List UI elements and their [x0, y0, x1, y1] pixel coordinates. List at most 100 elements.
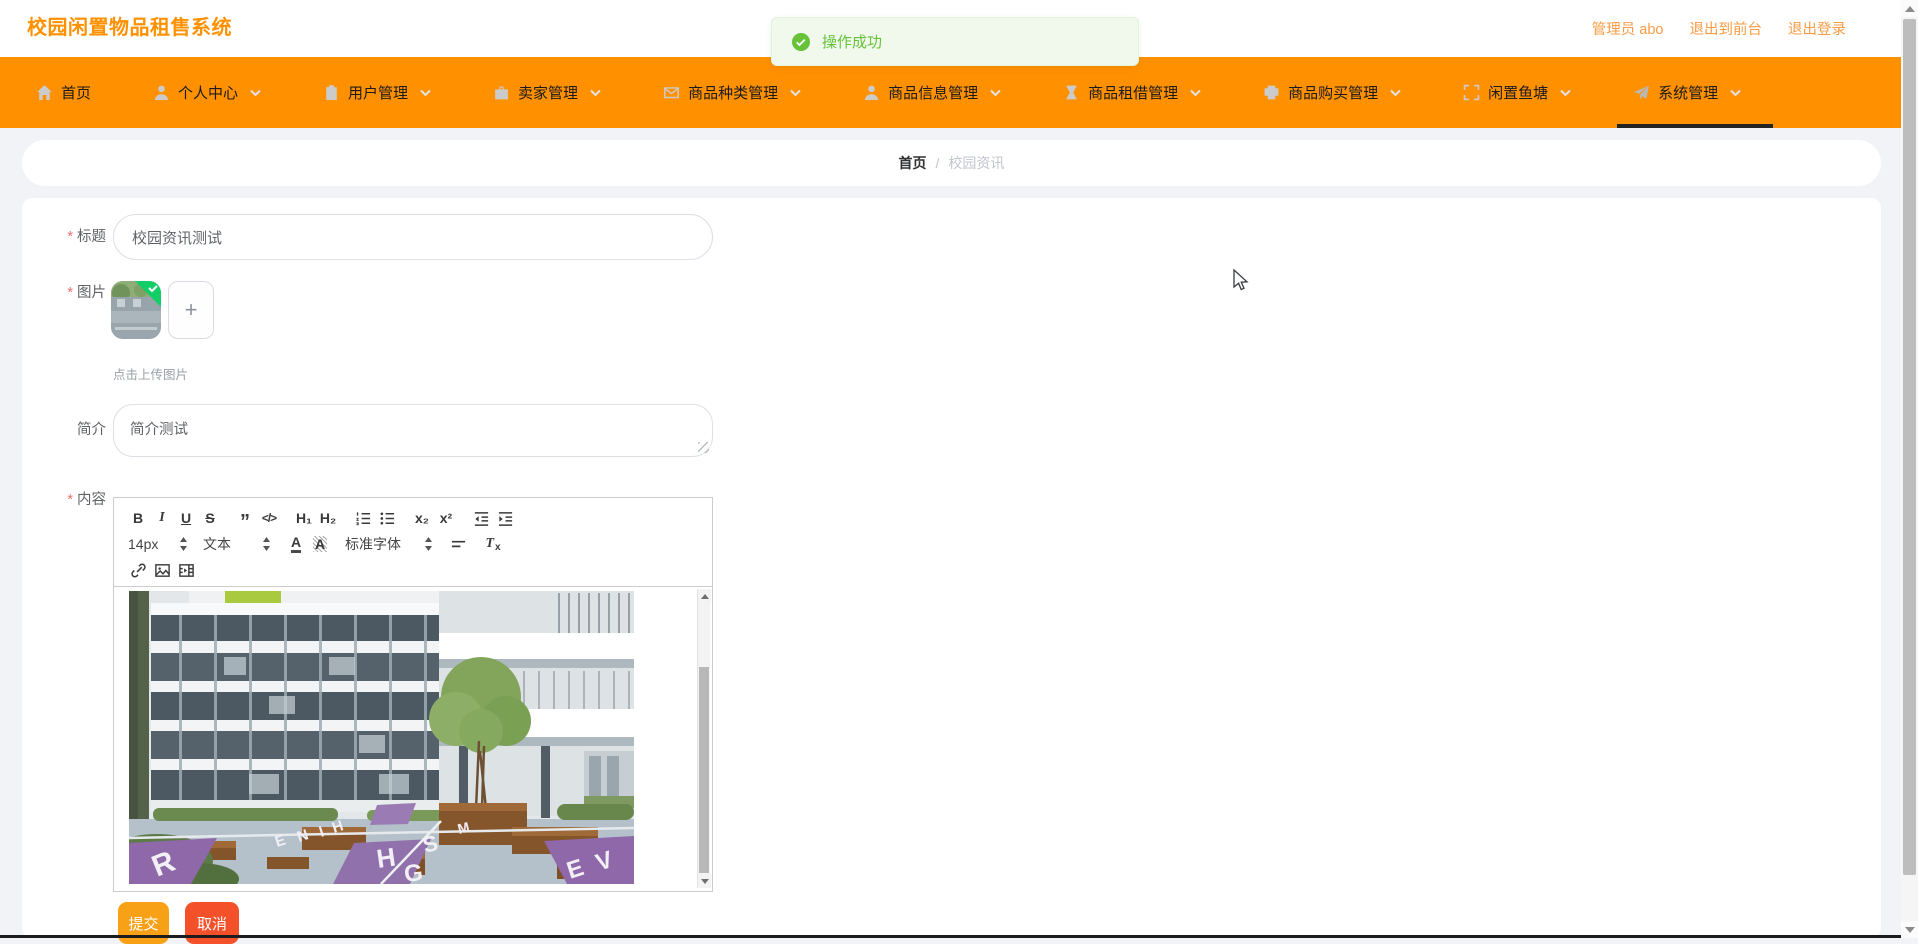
send-icon — [1634, 85, 1650, 100]
app-title: 校园闲置物品租售系统 — [27, 17, 232, 39]
indent-button[interactable] — [493, 506, 517, 530]
page-scrollbar-thumb[interactable] — [1903, 19, 1916, 875]
breadcrumb-current: 校园资讯 — [948, 155, 1005, 171]
image-icon — [154, 563, 170, 577]
insert-link-button[interactable] — [126, 558, 150, 582]
align-icon — [451, 540, 465, 547]
nav-item-user-mgmt[interactable]: 用户管理 — [321, 57, 433, 128]
title-input[interactable] — [113, 214, 713, 260]
upload-hint: 点击上传图片 — [113, 368, 189, 382]
insert-video-button[interactable] — [174, 558, 198, 582]
bullet-list-button[interactable] — [375, 506, 399, 530]
chevron-down-icon — [990, 89, 1001, 96]
toast-message: 操作成功 — [822, 34, 883, 51]
strikethrough-button[interactable]: S — [198, 506, 222, 530]
title-field-label: * 标题 — [67, 229, 106, 245]
page-scroll-down-button[interactable] — [1901, 921, 1918, 938]
campus-courtyard-photo: R E N I H H S M G E V — [129, 591, 634, 884]
nav-item-system-mgmt[interactable]: 系统管理 — [1617, 57, 1774, 128]
bold-button[interactable]: B — [126, 506, 150, 530]
nav-item-home[interactable]: 首页 — [34, 57, 93, 128]
nav-item-idle-pond[interactable]: 闲置鱼塘 — [1461, 57, 1573, 128]
header-2-button[interactable]: H₂ — [316, 506, 340, 530]
text-color-button[interactable]: A — [284, 532, 308, 556]
person-icon — [864, 85, 879, 100]
code-block-button[interactable]: </> — [257, 506, 281, 530]
page-scroll-up-button[interactable] — [1901, 0, 1918, 17]
logout-link[interactable]: 退出登录 — [1788, 18, 1846, 39]
home-icon — [37, 85, 52, 100]
paragraph-style-picker[interactable]: 文本 — [201, 534, 273, 554]
font-family-picker[interactable]: 标准字体 — [343, 534, 435, 554]
svg-text:G: G — [403, 859, 424, 884]
editor-content-area[interactable]: R E N I H H S M G E V — [114, 587, 712, 890]
subscript-button[interactable]: x₂ — [410, 506, 434, 530]
underline-button[interactable]: U — [174, 506, 198, 530]
news-form-panel: *标题 *图片 + 点击上传图片 简介 *内容 — [22, 198, 1881, 944]
breadcrumb-home[interactable]: 首页 — [899, 153, 927, 173]
font-size-picker[interactable]: 14px — [126, 536, 190, 552]
hourglass-icon — [1066, 85, 1077, 100]
nav-item-goods-info-mgmt[interactable]: 商品信息管理 — [861, 57, 1003, 128]
chevron-down-icon — [1390, 89, 1401, 96]
image-field-label: * 图片 — [67, 285, 106, 301]
chevron-down-icon — [590, 89, 601, 96]
indent-icon — [498, 511, 512, 526]
highlight-color-button[interactable]: A — [308, 532, 332, 556]
triangle-down-icon — [700, 878, 709, 884]
editor-toolbar: B I U S ” </> H₁ H₂ x₂ x² 14px 文本 A A 标准… — [114, 498, 712, 587]
nav-item-seller-mgmt[interactable]: 卖家管理 — [491, 57, 603, 128]
header-1-button[interactable]: H₁ — [292, 506, 316, 530]
editor-scroll-up-button[interactable] — [698, 589, 711, 603]
briefcase-icon — [495, 86, 508, 100]
chevron-down-icon — [1730, 89, 1741, 96]
user-icon — [154, 85, 169, 100]
nav-item-goods-rent-mgmt[interactable]: 商品租借管理 — [1061, 57, 1203, 128]
mail-icon — [664, 87, 679, 99]
scan-icon — [1463, 84, 1480, 101]
page-scrollbar[interactable] — [1901, 0, 1918, 938]
superscript-button[interactable]: x² — [434, 506, 458, 530]
editor-scrollbar[interactable] — [697, 589, 711, 888]
intro-textarea[interactable] — [113, 404, 713, 457]
nav-item-category-mgmt[interactable]: 商品种类管理 — [661, 57, 803, 128]
printer-icon — [1264, 85, 1279, 100]
triangle-up-icon — [1904, 5, 1915, 12]
ordered-list-button[interactable] — [351, 506, 375, 530]
video-icon — [178, 563, 194, 577]
chevron-down-icon — [1190, 89, 1201, 96]
user-bar: 管理员 abo 退出到前台 退出登录 — [1592, 0, 1846, 57]
align-picker[interactable] — [446, 532, 470, 556]
outdent-icon — [474, 511, 488, 526]
ordered-list-icon — [356, 511, 370, 525]
outdent-button[interactable] — [469, 506, 493, 530]
blockquote-button[interactable]: ” — [233, 506, 257, 532]
picker-arrows-icon — [263, 537, 270, 551]
italic-button[interactable]: I — [150, 506, 174, 530]
exit-to-front-link[interactable]: 退出到前台 — [1690, 18, 1763, 39]
triangle-up-icon — [700, 593, 709, 599]
content-field-label: * 内容 — [67, 492, 106, 508]
nav-item-personal-center[interactable]: 个人中心 — [151, 57, 263, 128]
clipboard-icon — [326, 85, 337, 100]
editor-scrollbar-thumb[interactable] — [699, 667, 709, 873]
insert-image-button[interactable] — [150, 558, 174, 582]
uploaded-image-thumbnail[interactable] — [111, 281, 161, 339]
editor-scroll-down-button[interactable] — [698, 874, 711, 888]
rich-text-editor: B I U S ” </> H₁ H₂ x₂ x² 14px 文本 A A 标准… — [113, 497, 713, 892]
intro-field-label: 简介 — [77, 422, 106, 438]
link-icon — [130, 563, 146, 577]
main-nav: 首页 个人中心 用户管理 卖家管理 商品种类管理 商品信息管理 商品租借管理 商… — [0, 57, 1901, 128]
admin-user-label[interactable]: 管理员 abo — [1592, 18, 1664, 39]
chevron-down-icon — [420, 89, 431, 96]
check-circle-icon — [792, 32, 810, 51]
chevron-down-icon — [790, 89, 801, 96]
picker-arrows-icon — [425, 537, 432, 551]
bullet-list-icon — [380, 511, 394, 525]
badge-check-icon — [148, 285, 158, 293]
breadcrumb: 首页 / 校园资讯 — [22, 140, 1881, 186]
add-image-button[interactable]: + — [168, 281, 214, 339]
chevron-down-icon — [250, 89, 261, 96]
clear-format-button[interactable]: Tx — [481, 532, 505, 556]
nav-item-goods-buy-mgmt[interactable]: 商品购买管理 — [1261, 57, 1403, 128]
